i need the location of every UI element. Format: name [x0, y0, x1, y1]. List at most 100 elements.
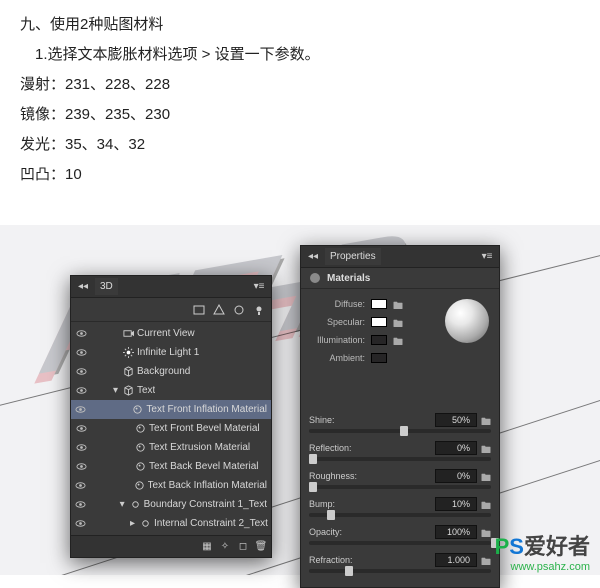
slider-value[interactable]: 0%	[435, 441, 477, 455]
slider-reflection: Reflection: 0% 🖿	[309, 441, 491, 461]
panel-3d-footer: ▦ ✧ ◻ 🗑	[71, 535, 271, 557]
texture-picker-icon[interactable]: 🖿	[393, 335, 403, 345]
slider-value[interactable]: 50%	[435, 413, 477, 427]
sliders-section: Shine:50%🖿Reflection:0%🖿Roughness:0%🖿Bum…	[309, 413, 491, 573]
layer-row[interactable]: Current View	[71, 324, 271, 343]
watermark: PS爱好者 www.psahz.com	[495, 529, 590, 573]
slider-knob[interactable]	[400, 426, 408, 436]
layer-row[interactable]: ▸Internal Constraint 2_Text	[71, 514, 271, 533]
slider-knob[interactable]	[309, 454, 317, 464]
panel-3d-toolbar	[71, 298, 271, 322]
texture-picker-icon[interactable]: 🖿	[481, 527, 491, 537]
panel-menu-icon[interactable]: ▾≡	[481, 251, 493, 263]
layer-label: Infinite Light 1	[137, 347, 199, 358]
slider-label: Roughness:	[309, 471, 357, 481]
layer-type-icon	[130, 499, 141, 510]
slider-track[interactable]	[309, 429, 491, 433]
slider-value[interactable]: 100%	[435, 525, 477, 539]
texture-picker-icon[interactable]: 🖿	[393, 299, 403, 309]
collapse-icon[interactable]: ◂◂	[77, 281, 89, 293]
param-bump: 凹凸：10	[20, 160, 580, 190]
visibility-icon[interactable]	[75, 442, 87, 454]
layer-row[interactable]: ▾Text	[71, 381, 271, 400]
layer-type-icon	[123, 385, 134, 396]
visibility-icon[interactable]	[75, 347, 87, 359]
trash-icon[interactable]: 🗑	[255, 541, 267, 553]
slider-knob[interactable]	[309, 482, 317, 492]
visibility-icon[interactable]	[75, 499, 86, 511]
layer-row[interactable]: Infinite Light 1	[71, 343, 271, 362]
slider-label: Bump:	[309, 499, 335, 509]
texture-picker-icon[interactable]: 🖿	[481, 555, 491, 565]
texture-picker-icon[interactable]: 🖿	[481, 415, 491, 425]
panel-properties-header[interactable]: ◂◂ Properties ▾≡	[301, 246, 499, 268]
properties-subtitle: Materials	[327, 273, 370, 284]
slider-track[interactable]	[309, 457, 491, 461]
filter-scene-icon[interactable]	[193, 304, 205, 316]
slider-knob[interactable]	[345, 566, 353, 576]
slider-value[interactable]: 0%	[435, 469, 477, 483]
slider-label: Refraction:	[309, 555, 353, 565]
visibility-icon[interactable]	[75, 461, 87, 473]
slider-value[interactable]: 10%	[435, 497, 477, 511]
panel-3d-header[interactable]: ◂◂ 3D ▾≡	[71, 276, 271, 298]
layer-row[interactable]: Text Back Bevel Material	[71, 457, 271, 476]
visibility-icon[interactable]	[75, 385, 87, 397]
panel-menu-icon[interactable]: ▾≡	[253, 281, 265, 293]
layer-label: Current View	[137, 328, 195, 339]
slider-track[interactable]	[309, 513, 491, 517]
slider-track[interactable]	[309, 541, 491, 545]
heading: 九、使用2种贴图材料	[20, 10, 580, 40]
filter-material-icon[interactable]	[233, 304, 245, 316]
illumination-swatch[interactable]	[371, 335, 387, 345]
layer-label: Text Back Bevel Material	[149, 461, 259, 472]
layer-row[interactable]: ▾Boundary Constraint 1_Text	[71, 495, 271, 514]
visibility-icon[interactable]	[75, 404, 86, 416]
slider-value[interactable]: 1.000	[435, 553, 477, 567]
ambient-swatch[interactable]	[371, 353, 387, 363]
disclosure-icon[interactable]: ▾	[113, 385, 120, 396]
specular-swatch[interactable]	[371, 317, 387, 327]
layer-row[interactable]: Background	[71, 362, 271, 381]
new-light-icon[interactable]: ✧	[219, 541, 231, 553]
slider-track[interactable]	[309, 485, 491, 489]
layer-row[interactable]: Text Front Inflation Material	[71, 400, 271, 419]
filter-light-icon[interactable]	[253, 304, 265, 316]
layer-type-icon	[140, 518, 151, 529]
visibility-icon[interactable]	[75, 328, 87, 340]
layer-type-icon	[135, 442, 146, 453]
visibility-icon[interactable]	[75, 366, 87, 378]
ambient-label: Ambient:	[309, 353, 365, 363]
disclosure-icon[interactable]: ▾	[120, 499, 127, 510]
visibility-icon[interactable]	[75, 480, 86, 492]
new-layer-icon[interactable]: ◻	[237, 541, 249, 553]
render-icon[interactable]: ▦	[201, 541, 213, 553]
layer-row[interactable]: Text Extrusion Material	[71, 438, 271, 457]
diffuse-swatch[interactable]	[371, 299, 387, 309]
texture-picker-icon[interactable]: 🖿	[481, 471, 491, 481]
slider-opacity: Opacity:100%🖿	[309, 525, 491, 545]
material-preview-sphere[interactable]	[445, 299, 489, 343]
disclosure-icon[interactable]: ▸	[130, 518, 137, 529]
panel-properties: ◂◂ Properties ▾≡ Materials Diffuse:🖿 Spe…	[300, 245, 500, 588]
visibility-icon[interactable]	[75, 423, 87, 435]
filter-mesh-icon[interactable]	[213, 304, 225, 316]
texture-picker-icon[interactable]: 🖿	[481, 499, 491, 509]
slider-knob[interactable]	[327, 510, 335, 520]
texture-picker-icon[interactable]: 🖿	[393, 317, 403, 327]
layer-type-icon	[135, 423, 146, 434]
layer-row[interactable]: Text Back Inflation Material	[71, 476, 271, 495]
materials-icon	[309, 272, 321, 284]
visibility-icon[interactable]	[75, 518, 86, 530]
watermark-url: www.psahz.com	[495, 561, 590, 573]
param-diffuse: 漫射：231、228、228	[20, 70, 580, 100]
texture-picker-icon[interactable]: 🖿	[481, 443, 491, 453]
collapse-icon[interactable]: ◂◂	[307, 251, 319, 263]
slider-track[interactable]	[309, 569, 491, 573]
slider-label: Reflection:	[309, 443, 352, 453]
tab-3d[interactable]: 3D	[95, 278, 118, 295]
layer-list: Current ViewInfinite Light 1Background▾T…	[71, 322, 271, 535]
tab-properties[interactable]: Properties	[325, 248, 381, 265]
layer-row[interactable]: Text Front Bevel Material	[71, 419, 271, 438]
slider-refraction: Refraction: 1.000 🖿	[309, 553, 491, 573]
